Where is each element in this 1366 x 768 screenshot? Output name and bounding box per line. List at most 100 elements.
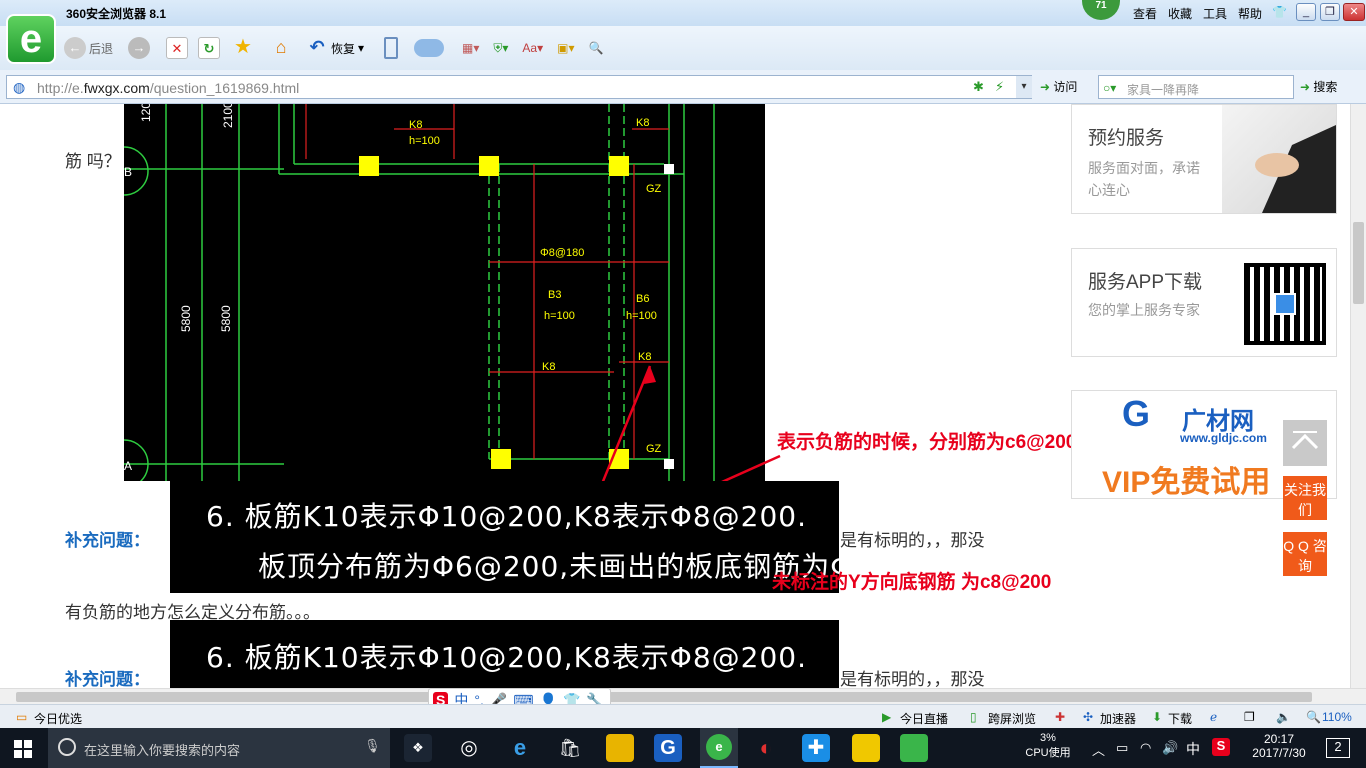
favorite-star-icon[interactable]: ★ <box>232 37 254 59</box>
live-label[interactable]: 今日直播 <box>900 710 948 727</box>
horizontal-scrollbar[interactable] <box>0 688 1366 704</box>
ie-icon[interactable]: ℯ <box>1210 710 1217 724</box>
ime-indicator[interactable]: 中 <box>1186 739 1200 759</box>
restore-label[interactable]: 恢复 <box>331 40 355 57</box>
download-icon[interactable]: ⬇ <box>1152 710 1162 724</box>
notification-count: 2 <box>1334 739 1342 754</box>
clock[interactable]: 20:17 2017/7/30 <box>1244 732 1314 760</box>
360-browser-task[interactable]: e <box>700 728 738 768</box>
chevron-up-icon[interactable]: ︿ <box>1092 740 1105 759</box>
service-booking-card[interactable]: 预约服务 服务面对面，承诺心连心 <box>1071 104 1337 214</box>
back-icon[interactable]: ← <box>64 37 86 59</box>
microphone-icon[interactable]: 🎙 <box>364 738 381 754</box>
sogou-tray-icon[interactable]: S <box>1212 738 1230 756</box>
task-view-icon[interactable]: ❖ <box>404 734 432 762</box>
translate-icon[interactable]: Aa▾ <box>522 41 543 55</box>
phone-icon[interactable]: ▯ <box>970 710 977 724</box>
search-engine-icon[interactable]: ○▾ <box>1103 81 1116 95</box>
mobile-icon[interactable] <box>384 37 398 59</box>
card-title: 预约服务 <box>1088 128 1165 149</box>
back-to-top-button[interactable] <box>1283 420 1327 466</box>
menu-help[interactable]: 帮助 <box>1238 5 1262 22</box>
network-icon[interactable]: ▭ <box>1116 740 1128 756</box>
volume-icon[interactable]: 🔊 <box>1162 740 1178 756</box>
note-image[interactable]: 6. 板筋K10表示Φ10@200,K8表示Φ8@200. 板顶分布筋为Φ6@2… <box>170 481 966 593</box>
menu-favorites[interactable]: 收藏 <box>1168 5 1192 22</box>
edge-icon[interactable]: e <box>506 734 534 762</box>
card-subtitle: 服务面对面，承诺心连心 <box>1088 160 1200 198</box>
accelerator-icon[interactable]: ✣ <box>1083 710 1093 724</box>
annotation-text: 表示负筋的时候，分别筋为c6@200 <box>777 432 1077 453</box>
live-icon[interactable]: ▶ <box>882 710 891 724</box>
menu-view[interactable]: 查看 <box>1133 5 1157 22</box>
glodon-icon[interactable]: G <box>654 734 682 762</box>
follow-us-button[interactable]: 关注我们 <box>1283 476 1327 520</box>
card-subtitle: 您的掌上服务专家 <box>1088 302 1200 318</box>
apps-icon[interactable]: ▦▾ <box>462 41 479 55</box>
title-bar: 360安全浏览器 8.1 71 查看 收藏 工具 帮助 👕 _ ❐ ✕ <box>0 0 1366 26</box>
minimize-button[interactable]: _ <box>1296 3 1316 21</box>
taskbar-search-input[interactable]: 在这里输入你要搜索的内容 🎙 <box>48 728 390 768</box>
cloud-icon[interactable] <box>414 39 444 57</box>
screenshot-icon[interactable]: ▣▾ <box>557 41 574 55</box>
question-text-fragment: 是有标明的，，那没 <box>840 531 985 550</box>
supplement-label: 补充问题： <box>65 670 150 688</box>
zoom-icon[interactable]: 🔍 <box>1306 710 1321 724</box>
notes-icon[interactable] <box>852 734 880 762</box>
menu-tools[interactable]: 工具 <box>1203 5 1227 22</box>
zoom-level[interactable]: 110% <box>1322 710 1352 724</box>
scrollbar-thumb[interactable] <box>16 692 1312 702</box>
visit-label: 访问 <box>1053 80 1078 94</box>
app-swirl-icon[interactable]: ◐ <box>752 734 780 762</box>
search-button-label: 搜索 <box>1313 80 1338 94</box>
badge-counter[interactable]: 71 <box>1082 0 1120 20</box>
window-title: 360安全浏览器 8.1 <box>66 7 167 21</box>
store-icon[interactable]: 🛍 <box>556 734 584 762</box>
refresh-icon[interactable]: ↻ <box>198 37 220 59</box>
today-pick[interactable]: 今日优选 <box>34 710 82 727</box>
wifi-icon[interactable]: ◠ <box>1140 740 1151 756</box>
address-bar: ◍ http://e.fwxgx.com/question_1619869.ht… <box>0 70 1366 104</box>
search-input[interactable]: ○▾ 家具一降再降 <box>1098 75 1294 99</box>
search-button[interactable]: ➜ 搜索 <box>1300 78 1337 95</box>
file-explorer-icon[interactable] <box>606 734 634 762</box>
qq-consult-button[interactable]: Q Q 咨询 <box>1283 532 1327 576</box>
download-label[interactable]: 下载 <box>1168 710 1192 727</box>
speed-icon[interactable]: ⚡ <box>995 79 1004 95</box>
url-dropdown-icon[interactable]: ▾ <box>1016 76 1032 98</box>
toolbar: ← 后退 → ✕ ↻ ★ ⌂ ↶ 恢复 ▾ ▦▾ ⛨▾ Aa▾ ▣▾ 🔍 <box>0 26 1366 70</box>
notification-center-icon[interactable]: 2 <box>1326 738 1350 758</box>
vertical-scrollbar[interactable] <box>1350 104 1366 688</box>
windows-taskbar: 在这里输入你要搜索的内容 🎙 ❖ ◎ e 🛍 G e ◐ ✚ 3% CPU使用 … <box>0 728 1366 768</box>
plus-icon[interactable]: ✚ <box>1055 710 1065 724</box>
360-app-icon[interactable]: ◎ <box>455 734 483 762</box>
home-icon[interactable]: ⌂ <box>270 37 292 59</box>
cross-screen-label[interactable]: 跨屏浏览 <box>988 710 1036 727</box>
window-icon[interactable]: ❐ <box>1244 710 1255 724</box>
visit-button[interactable]: ➜ 访问 <box>1040 78 1077 95</box>
url-input[interactable]: ◍ http://e.fwxgx.com/question_1619869.ht… <box>6 75 1032 99</box>
question-text-fragment: 是有标明的，，那没 <box>840 670 985 688</box>
maximize-button[interactable]: ❐ <box>1320 3 1340 21</box>
scrollbar-thumb[interactable] <box>1353 222 1364 304</box>
note-image[interactable]: 6. 板筋K10表示Φ10@200,K8表示Φ8@200. <box>170 620 839 688</box>
stop-icon[interactable]: ✕ <box>166 37 188 59</box>
accelerator-label[interactable]: 加速器 <box>1100 710 1136 727</box>
undo-icon[interactable]: ↶ <box>306 37 328 59</box>
back-label[interactable]: 后退 <box>89 40 113 57</box>
today-pick-icon[interactable]: ▭ <box>16 710 27 724</box>
close-window-button[interactable]: ✕ <box>1343 3 1365 21</box>
forward-icon[interactable]: → <box>128 37 150 59</box>
chevron-down-icon[interactable]: ▾ <box>358 41 364 55</box>
start-button[interactable] <box>14 740 32 758</box>
360-browser-logo[interactable]: e <box>6 14 56 64</box>
cpu-monitor[interactable]: 3% CPU使用 <box>1020 732 1076 760</box>
calc-icon[interactable] <box>900 734 928 762</box>
plus-app-icon[interactable]: ✚ <box>802 734 830 762</box>
app-download-card[interactable]: 服务APP下载 您的掌上服务专家 <box>1071 248 1337 357</box>
g-logo-icon: G <box>1122 393 1151 434</box>
zoom-icon[interactable]: 🔍 <box>588 41 603 55</box>
skin-icon[interactable]: 👕 <box>1272 5 1287 19</box>
volume-icon[interactable]: 🔈 <box>1276 710 1291 724</box>
shield-icon[interactable]: ⛨▾ <box>493 41 508 56</box>
